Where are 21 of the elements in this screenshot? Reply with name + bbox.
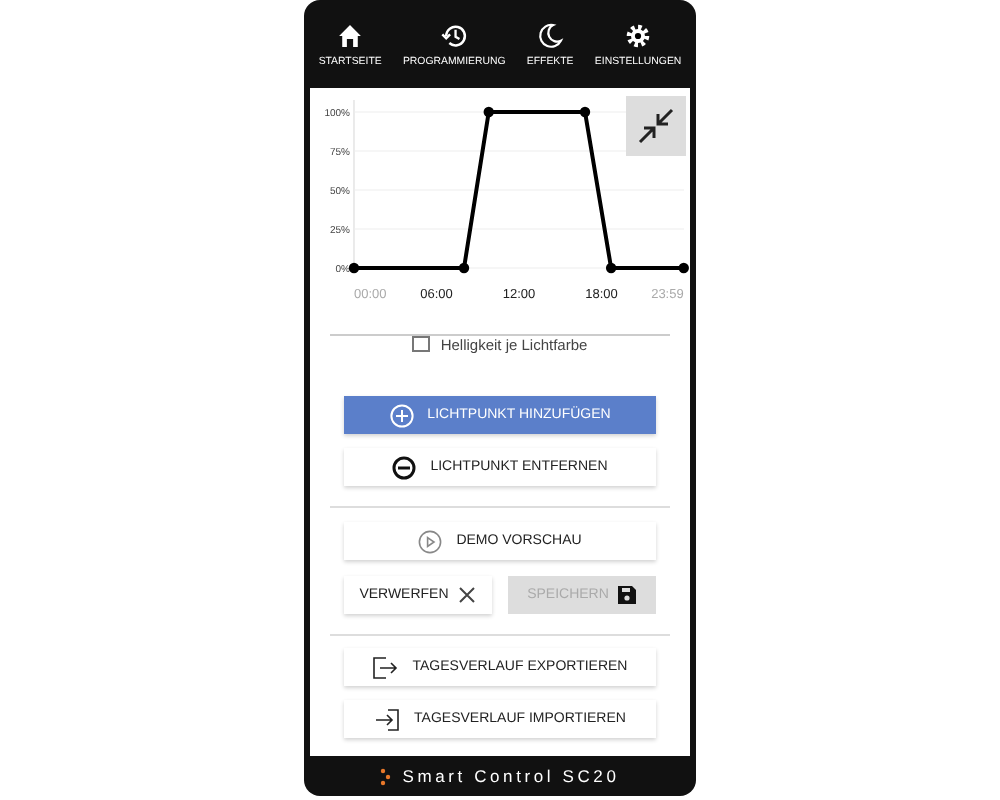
minus-icon	[392, 455, 417, 479]
data-point[interactable]	[458, 262, 470, 274]
collapse-button[interactable]	[626, 96, 686, 156]
moon-icon	[536, 21, 565, 49]
close-icon	[458, 586, 477, 604]
data-point[interactable]	[579, 106, 591, 118]
plus-icon	[389, 403, 414, 427]
collapse-icon	[636, 106, 676, 146]
data-point[interactable]	[678, 262, 689, 274]
checkbox[interactable]	[412, 336, 431, 352]
data-point[interactable]	[348, 262, 360, 274]
data-point[interactable]	[605, 262, 617, 274]
play-icon	[418, 529, 443, 553]
history-icon	[440, 21, 469, 49]
import-icon	[374, 707, 401, 731]
logo-icon	[380, 767, 393, 785]
home-icon	[336, 21, 365, 49]
footer-title: Smart Control SC20	[402, 766, 620, 786]
data-point[interactable]	[483, 106, 494, 118]
settings-icon	[624, 21, 653, 49]
export-icon	[372, 655, 399, 679]
